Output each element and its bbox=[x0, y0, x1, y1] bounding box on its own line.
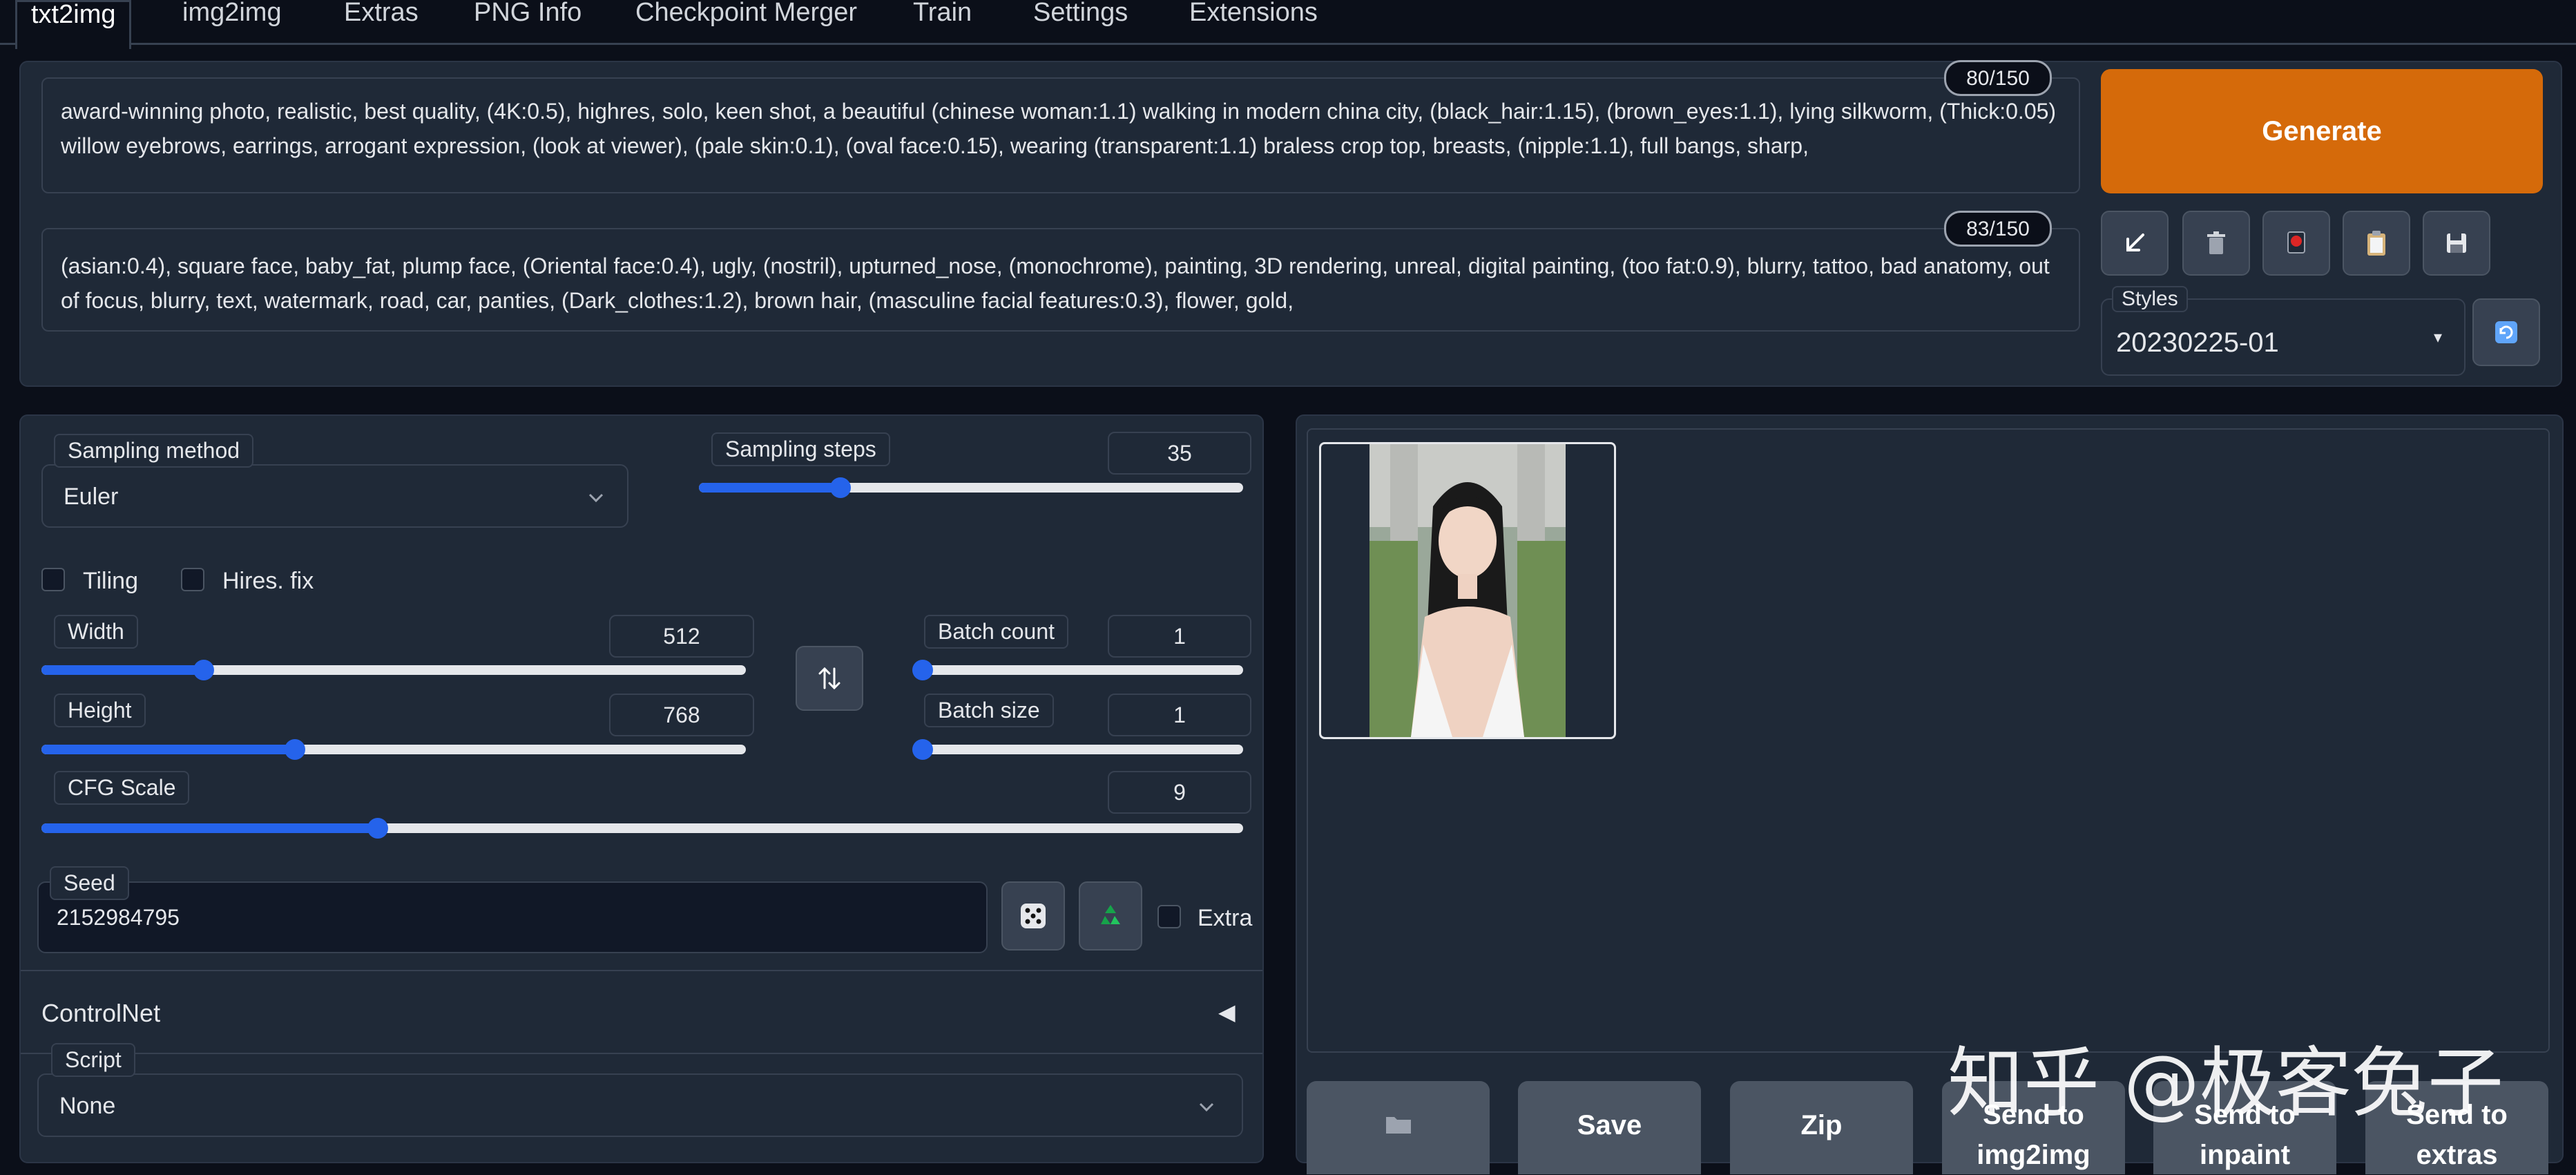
width-input[interactable]: 512 bbox=[609, 615, 754, 658]
width-label: Width bbox=[54, 615, 138, 649]
refresh-icon bbox=[2495, 321, 2517, 343]
batch-count-slider[interactable] bbox=[912, 660, 1243, 680]
width-slider[interactable] bbox=[41, 660, 746, 680]
tab-img2img[interactable]: img2img bbox=[169, 0, 296, 43]
seed-label: Seed bbox=[50, 866, 129, 900]
tab-train[interactable]: Train bbox=[899, 0, 986, 43]
batch-size-label: Batch size bbox=[924, 694, 1054, 727]
arrow-down-left-icon bbox=[2126, 233, 2144, 251]
generated-portrait-image bbox=[1369, 444, 1566, 737]
slider-thumb[interactable] bbox=[829, 477, 851, 498]
batch-count-label: Batch count bbox=[924, 615, 1068, 649]
tab-bar: txt2img img2img Extras PNG Info Checkpoi… bbox=[0, 0, 2576, 49]
flag-icon bbox=[2287, 231, 2305, 254]
slider-fill bbox=[41, 745, 296, 754]
height-input[interactable]: 768 bbox=[609, 694, 754, 736]
collapse-arrow-icon: ◀ bbox=[1218, 1000, 1236, 1024]
batch-count-input[interactable]: 1 bbox=[1108, 615, 1251, 658]
dropdown-arrow-icon: ▾ bbox=[2434, 328, 2443, 347]
generate-button[interactable]: Generate bbox=[2101, 69, 2543, 193]
clear-prompt-button[interactable] bbox=[2182, 211, 2250, 276]
seed-input[interactable]: 2152984795 bbox=[37, 881, 988, 953]
hires-fix-label: Hires. fix bbox=[222, 568, 314, 594]
batch-size-input[interactable]: 1 bbox=[1108, 694, 1251, 736]
extra-seed-checkbox[interactable] bbox=[1157, 905, 1181, 928]
chevron-down-icon bbox=[588, 493, 604, 503]
slider-thumb[interactable] bbox=[912, 660, 933, 680]
trash-icon bbox=[2207, 231, 2225, 254]
slider-thumb[interactable] bbox=[912, 739, 933, 760]
negative-prompt-token-counter: 83/150 bbox=[1944, 211, 2052, 247]
folder-icon bbox=[1385, 1117, 1411, 1134]
styles-label: Styles bbox=[2112, 286, 2188, 312]
tab-settings[interactable]: Settings bbox=[1019, 0, 1142, 43]
sampling-method-value: Euler bbox=[64, 484, 119, 510]
sampling-method-label: Sampling method bbox=[54, 434, 254, 468]
height-slider[interactable] bbox=[41, 739, 746, 760]
extra-seed-label: Extra bbox=[1198, 905, 1253, 931]
slider-thumb[interactable] bbox=[285, 739, 306, 760]
tiling-checkbox[interactable] bbox=[41, 568, 65, 591]
negative-prompt-textarea[interactable]: (asian:0.4), square face, baby_fat, plum… bbox=[41, 228, 2080, 332]
script-value: None bbox=[59, 1093, 116, 1119]
slider-thumb[interactable] bbox=[193, 660, 214, 680]
styles-value: 20230225-01 bbox=[2116, 327, 2279, 358]
save-button[interactable]: Save bbox=[1518, 1081, 1701, 1174]
seed-value: 2152984795 bbox=[57, 905, 180, 930]
gallery-thumbnail[interactable] bbox=[1319, 442, 1616, 739]
cfg-scale-label: CFG Scale bbox=[54, 771, 190, 805]
hires-fix-checkbox[interactable] bbox=[181, 568, 204, 591]
open-folder-button[interactable] bbox=[1307, 1081, 1490, 1174]
tab-txt2img[interactable]: txt2img bbox=[15, 0, 132, 49]
dice-icon bbox=[1021, 904, 1046, 928]
sampling-steps-input[interactable]: 35 bbox=[1108, 432, 1251, 475]
clipboard-icon bbox=[2367, 231, 2385, 256]
chevron-down-icon bbox=[1199, 1102, 1214, 1112]
apply-style-button[interactable] bbox=[2343, 211, 2410, 276]
tab-extras[interactable]: Extras bbox=[330, 0, 432, 43]
extra-networks-button[interactable] bbox=[2262, 211, 2330, 276]
tab-checkpoint-merger[interactable]: Checkpoint Merger bbox=[622, 0, 871, 43]
cfg-scale-slider[interactable] bbox=[41, 818, 1243, 839]
sampling-method-dropdown[interactable]: Euler bbox=[41, 464, 628, 528]
controlnet-accordion[interactable]: ControlNet ◀ bbox=[21, 970, 1262, 1054]
recycle-icon bbox=[1101, 905, 1120, 924]
slider-fill bbox=[41, 665, 204, 675]
refresh-styles-button[interactable] bbox=[2472, 298, 2540, 366]
save-style-button[interactable] bbox=[2423, 211, 2490, 276]
swap-dimensions-button[interactable] bbox=[796, 646, 863, 711]
slider-fill bbox=[699, 483, 840, 493]
watermark-text: 知乎 @极客兔子 bbox=[1948, 1039, 2503, 1127]
tab-extensions[interactable]: Extensions bbox=[1175, 0, 1332, 43]
sampling-steps-slider[interactable] bbox=[699, 477, 1243, 498]
slider-fill bbox=[41, 823, 378, 833]
swap-arrows-icon bbox=[818, 667, 840, 690]
read-params-button[interactable] bbox=[2101, 211, 2169, 276]
floppy-disk-icon bbox=[2447, 233, 2466, 253]
zip-button[interactable]: Zip bbox=[1730, 1081, 1913, 1174]
random-seed-button[interactable] bbox=[1001, 881, 1065, 950]
batch-size-slider[interactable] bbox=[912, 739, 1243, 760]
script-dropdown[interactable]: None bbox=[37, 1073, 1243, 1137]
slider-thumb[interactable] bbox=[367, 818, 389, 839]
tiling-label: Tiling bbox=[83, 568, 138, 594]
height-label: Height bbox=[54, 694, 146, 727]
sampling-steps-label: Sampling steps bbox=[711, 432, 890, 466]
tab-png-info[interactable]: PNG Info bbox=[460, 0, 595, 43]
cfg-scale-input[interactable]: 9 bbox=[1108, 771, 1251, 814]
prompt-textarea[interactable]: award-winning photo, realistic, best qua… bbox=[41, 77, 2080, 193]
prompt-token-counter: 80/150 bbox=[1944, 60, 2052, 96]
script-label: Script bbox=[51, 1043, 135, 1077]
controlnet-label: ControlNet bbox=[41, 999, 161, 1027]
reuse-seed-button[interactable] bbox=[1079, 881, 1142, 950]
